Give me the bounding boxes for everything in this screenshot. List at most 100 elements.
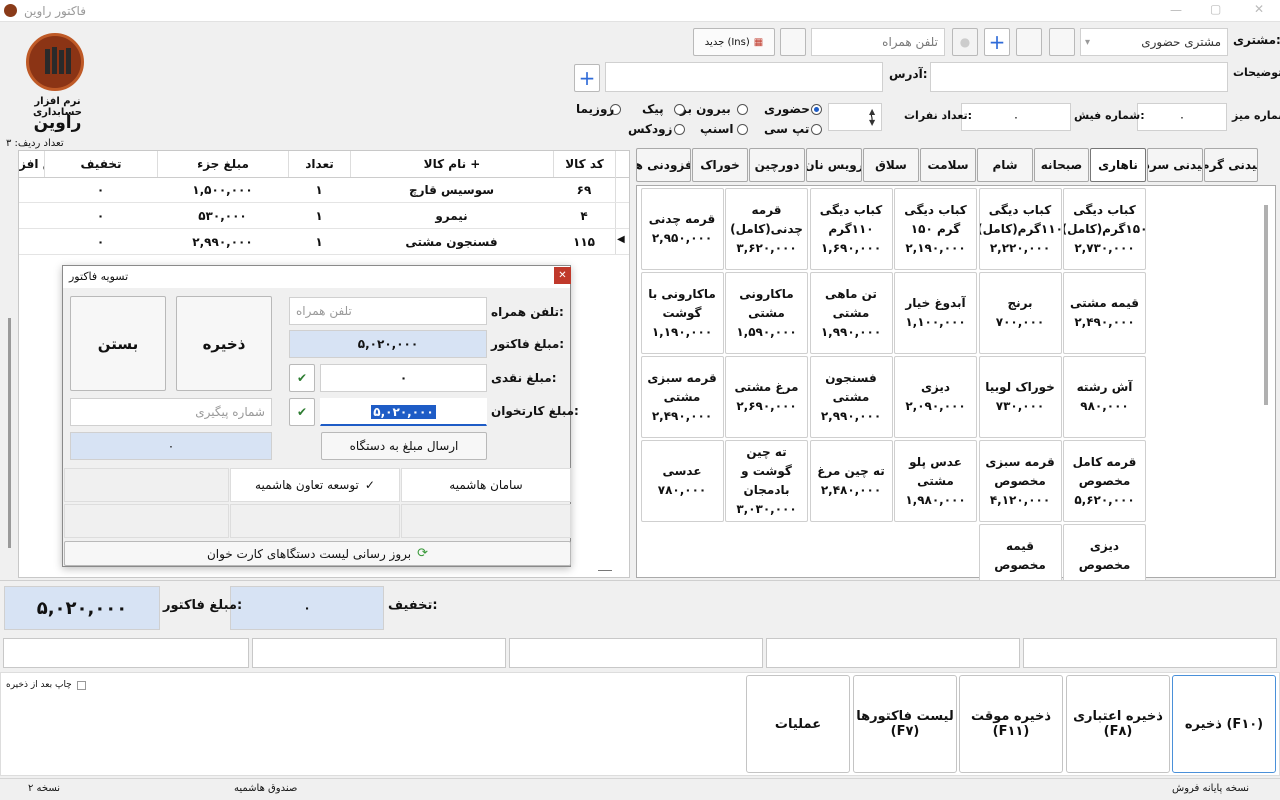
- card-confirm-button[interactable]: ✔: [289, 398, 315, 426]
- send-to-device-button[interactable]: ارسال مبلغ به دستگاه: [321, 432, 487, 460]
- table-row[interactable]: ۴ نیمرو ۱ ۵۳۰,۰۰۰ ۰: [19, 203, 629, 229]
- bell-button[interactable]: ●: [952, 28, 978, 56]
- credit-save-button[interactable]: ذخیره اعتباری (F۸): [1066, 675, 1170, 773]
- column-header-name[interactable]: نام کالا +: [350, 151, 553, 177]
- product-tile[interactable]: ته چین مرغ ۲,۴۸۰,۰۰۰: [809, 440, 893, 522]
- tab-category-1[interactable]: بیدنی سرد: [1147, 148, 1203, 182]
- table-no-input[interactable]: ۰: [1137, 103, 1227, 131]
- refresh-devices-button[interactable]: بروز رسانی لیست دستگاهای کارت خوان ⟳: [64, 541, 571, 566]
- tab-category-9[interactable]: خوراک: [692, 148, 748, 182]
- operations-button[interactable]: عملیات: [746, 675, 850, 773]
- product-tile[interactable]: قیمه مشتی ۲,۴۹۰,۰۰۰: [1063, 272, 1146, 354]
- cash-input[interactable]: ۰: [320, 364, 487, 392]
- tab-category-8[interactable]: دورچین: [749, 148, 805, 182]
- add-address-button[interactable]: +: [574, 64, 600, 92]
- tab-category-4[interactable]: شام: [977, 148, 1033, 182]
- product-tile[interactable]: آش رشته ۹۸۰,۰۰۰: [1063, 356, 1146, 438]
- product-name: دیزی: [920, 380, 951, 394]
- product-tile[interactable]: ته چین گوشت و بادمجان ۳,۰۳۰,۰۰۰: [725, 440, 808, 522]
- product-tile[interactable]: کباب دیگی ۱۵۰گرم(کامل) ۲,۷۳۰,۰۰۰: [1063, 188, 1146, 270]
- device-option-empty-2[interactable]: [401, 504, 571, 538]
- product-tile[interactable]: آبدوغ خیار ۱,۱۰۰,۰۰۰: [894, 272, 977, 354]
- dialog-phone-input[interactable]: تلفن همراه: [289, 297, 487, 325]
- notes-input[interactable]: [930, 62, 1228, 92]
- new-invoice-button[interactable]: جدید (Ins) ▦: [693, 28, 775, 56]
- product-tile[interactable]: قرمه سبزی مشتی ۲,۴۹۰,۰۰۰: [640, 356, 724, 438]
- discount-field[interactable]: ۰: [230, 586, 384, 630]
- dialog-close-big-button[interactable]: بستن: [70, 296, 166, 391]
- product-price: ۲,۱۹۰,۰۰۰: [905, 240, 966, 255]
- tab-category-10[interactable]: افزودنی ها: [636, 148, 691, 182]
- order-type-radio-4[interactable]: [811, 124, 822, 135]
- product-tile[interactable]: کباب دیگی گرم ۱۵۰ ۲,۱۹۰,۰۰۰: [894, 188, 977, 270]
- product-tile[interactable]: قرمه کامل مخصوص ۵,۶۲۰,۰۰۰: [1063, 440, 1146, 522]
- product-tile[interactable]: قرمه چدنی(کامل) ۳,۶۲۰,۰۰۰: [725, 188, 808, 270]
- device-option-empty-3[interactable]: [230, 504, 400, 538]
- people-stepper[interactable]: ۱ ▲ ▼: [828, 103, 882, 131]
- blank-button-1[interactable]: [1049, 28, 1075, 56]
- receipt-no-input[interactable]: ۰: [961, 103, 1071, 131]
- maximize-icon[interactable]: ▢: [1210, 2, 1221, 16]
- order-type-radio-6[interactable]: [674, 124, 685, 135]
- product-tile[interactable]: برنج ۷۰۰,۰۰۰: [978, 272, 1062, 354]
- table-row[interactable]: ۱۱۵ فسنجون مشتی ۱ ۲,۹۹۰,۰۰۰ ۰ ◀: [19, 229, 629, 255]
- tab-category-0[interactable]: بیدنی گرم: [1204, 148, 1258, 182]
- logo-icon: [26, 33, 84, 91]
- save-button[interactable]: ذخیره (F۱۰): [1172, 675, 1276, 773]
- current-row-arrow-icon: ◀: [617, 234, 625, 245]
- product-tile[interactable]: قرمه سبزی مخصوص ۴,۱۲۰,۰۰۰: [978, 440, 1062, 522]
- product-tile[interactable]: کباب دیگی ۱۱۰گرم ۱,۶۹۰,۰۰۰: [809, 188, 893, 270]
- temp-save-button[interactable]: ذخیره موقت (F۱۱): [959, 675, 1063, 773]
- product-price: ۷۰۰,۰۰۰: [995, 315, 1045, 329]
- product-tile[interactable]: فسنجون مشتی ۲,۹۹۰,۰۰۰: [809, 356, 893, 438]
- product-tile[interactable]: عدسی ۷۸۰,۰۰۰: [640, 440, 724, 522]
- phone-input[interactable]: تلفن همراه: [811, 28, 945, 56]
- invoice-list-button[interactable]: لیست فاکتورها (F۷): [853, 675, 957, 773]
- tab-category-5[interactable]: سلامت: [920, 148, 976, 182]
- table-row[interactable]: ۶۹ سوسیس قارچ ۱ ۱,۵۰۰,۰۰۰ ۰: [19, 177, 629, 203]
- cash-confirm-button[interactable]: ✔: [289, 364, 315, 392]
- dialog-resize-handle[interactable]: [598, 570, 612, 571]
- device-option-empty-1[interactable]: [64, 468, 229, 502]
- table-scrollbar[interactable]: [8, 318, 11, 548]
- card-input[interactable]: ۵,۰۲۰,۰۰۰: [320, 398, 487, 426]
- blank-button-3[interactable]: [780, 28, 806, 56]
- close-icon[interactable]: ✕: [1254, 2, 1264, 16]
- order-type-radio-5[interactable]: [737, 124, 748, 135]
- tab-category-7[interactable]: رویس نان: [806, 148, 862, 182]
- order-type-radio-0[interactable]: [811, 104, 822, 115]
- product-name: قرمه سبزی مشتی: [647, 370, 717, 404]
- device-option-1[interactable]: سامان هاشمیه: [401, 468, 571, 502]
- dialog-save-button[interactable]: ذخیره: [176, 296, 272, 391]
- tab-category-6[interactable]: سلاق: [863, 148, 919, 182]
- product-tile[interactable]: تن ماهی مشتی ۱,۹۹۰,۰۰۰: [809, 272, 893, 354]
- product-tile[interactable]: مرغ مشتی ۲,۶۹۰,۰۰۰: [725, 356, 808, 438]
- device-option-2[interactable]: توسعه تعاون هاشمیه ✓: [230, 468, 400, 502]
- product-tile[interactable]: دیزی ۲,۰۹۰,۰۰۰: [894, 356, 977, 438]
- product-tile[interactable]: خوراک لوبیا ۷۳۰,۰۰۰: [978, 356, 1062, 438]
- dialog-close-button[interactable]: ✕: [554, 267, 571, 284]
- address-input[interactable]: [605, 62, 883, 92]
- product-grid-scrollbar[interactable]: [1264, 205, 1268, 405]
- minimize-icon[interactable]: —: [1170, 3, 1182, 17]
- tab-category-3[interactable]: صبحانه: [1034, 148, 1089, 182]
- card-label: مبلغ کارتخوان:: [491, 404, 579, 418]
- print-after-save-checkbox[interactable]: [77, 681, 86, 690]
- device-option-1-label: سامان هاشمیه: [449, 478, 523, 492]
- order-type-radio-2[interactable]: [674, 104, 685, 115]
- product-price: ۱,۵۹۰,۰۰۰: [736, 324, 797, 339]
- device-option-empty-4[interactable]: [64, 504, 229, 538]
- product-tile[interactable]: عدس پلو مشتی ۱,۹۸۰,۰۰۰: [894, 440, 977, 522]
- product-tile[interactable]: کباب دیگی ۱۱۰گرم(کامل) ۲,۲۲۰,۰۰۰: [978, 188, 1062, 270]
- order-type-radio-1[interactable]: [737, 104, 748, 115]
- blank-button-2[interactable]: [1016, 28, 1042, 56]
- product-tile[interactable]: ماکارونی با گوشت ۱,۱۹۰,۰۰۰: [640, 272, 724, 354]
- product-price: ۲,۶۹۰,۰۰۰: [736, 399, 797, 413]
- tracking-input[interactable]: شماره پیگیری: [70, 398, 272, 426]
- customer-select[interactable]: مشتری حضوری ▾: [1080, 28, 1228, 56]
- info-cell: [1023, 638, 1277, 668]
- tab-category-2[interactable]: ناهاری: [1090, 148, 1146, 182]
- product-tile[interactable]: ماکارونی مشتی ۱,۵۹۰,۰۰۰: [725, 272, 808, 354]
- add-customer-button[interactable]: +: [984, 28, 1010, 56]
- product-tile[interactable]: قرمه چدنی ۲,۹۵۰,۰۰۰: [640, 188, 724, 270]
